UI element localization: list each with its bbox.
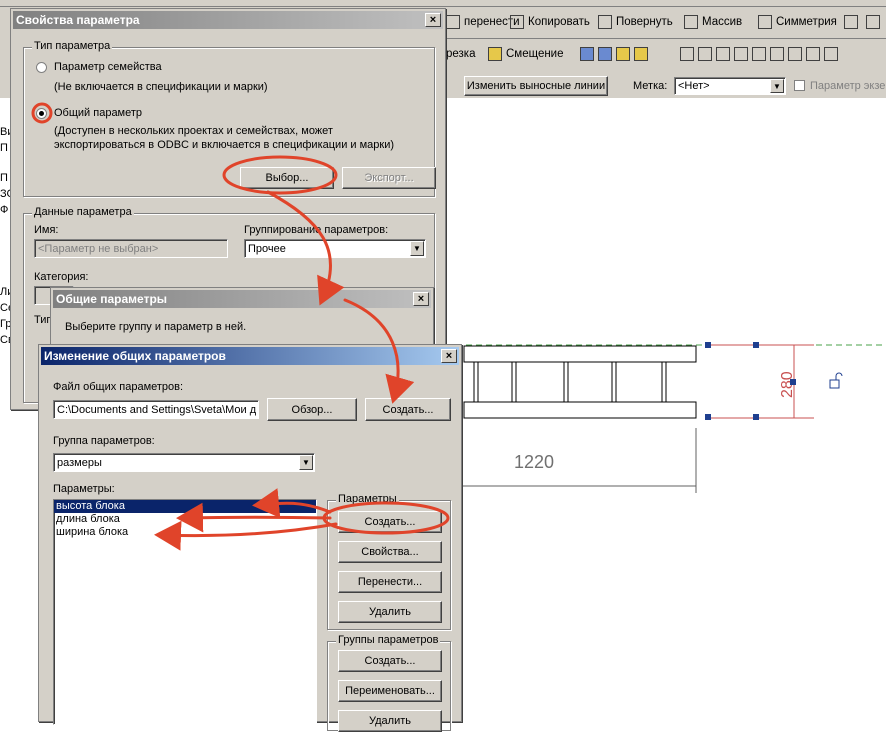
cut-icon: [616, 47, 630, 61]
create-param-button[interactable]: Создать...: [338, 511, 442, 533]
trim-icon: [716, 47, 730, 61]
delete-param-button[interactable]: Удалить: [338, 601, 442, 623]
family-param-note: (Не включается в спецификации и марки): [54, 81, 268, 93]
copy-tool-button[interactable]: Копировать: [510, 12, 590, 32]
category-label: Категория:: [34, 271, 89, 283]
lock-icon[interactable]: [829, 372, 843, 389]
copy-icon: [510, 15, 524, 29]
scale-tool-button[interactable]: [844, 12, 858, 32]
trim-tool-button[interactable]: резка: [446, 44, 476, 64]
label-caption: Метка:: [633, 80, 668, 92]
group-label: Группа параметров:: [53, 435, 155, 447]
family-param-radio[interactable]: [36, 62, 47, 73]
param-checkbox-label: Параметр экзе: [810, 80, 886, 92]
list-item[interactable]: длина блока: [54, 513, 316, 526]
dimension-width-text[interactable]: 1220: [514, 452, 554, 472]
create-file-button[interactable]: Создать...: [365, 398, 451, 421]
select-button[interactable]: Выбор...: [240, 167, 334, 189]
close-icon[interactable]: ×: [425, 13, 441, 27]
close-icon[interactable]: ×: [441, 349, 457, 363]
params-actions-group: Параметры Создать... Свойства... Перенес…: [327, 493, 451, 630]
drawing-canvas[interactable]: 1220 280: [446, 98, 886, 722]
shared-param-label[interactable]: Общий параметр: [54, 107, 142, 119]
join-icon: [580, 47, 594, 61]
paint-icon: [806, 47, 820, 61]
param-type-group: Тип параметра Параметр семейства (Не вкл…: [23, 40, 436, 197]
chevron-down-icon[interactable]: ▼: [770, 79, 784, 93]
pin-icon: [866, 15, 880, 29]
more-tool-button[interactable]: [866, 12, 880, 32]
mirror-icon: [758, 15, 772, 29]
file-label: Файл общих параметров:: [53, 381, 184, 393]
shared-param-note-1: (Доступен в нескольких проектах и семейс…: [54, 125, 333, 137]
params-label: Параметры:: [53, 483, 115, 495]
param-properties-button[interactable]: Свойства...: [338, 541, 442, 563]
lock-icon: [770, 47, 784, 61]
height-dimension[interactable]: [708, 344, 814, 419]
rename-group-button[interactable]: Переименовать...: [338, 680, 442, 702]
param-groups-actions-group: Группы параметров Создать... Переименова…: [327, 634, 451, 732]
list-item[interactable]: ширина блока: [54, 526, 316, 539]
menu-bar-strip: [0, 0, 886, 7]
left-panel-item[interactable]: Ф: [0, 204, 8, 216]
left-panel-item[interactable]: П: [0, 172, 8, 184]
edit-shared-parameters-titlebar[interactable]: Изменение общих параметров ×: [41, 347, 459, 365]
move-param-button[interactable]: Перенести...: [338, 571, 442, 593]
mirror-tool-button[interactable]: Симметрия: [758, 12, 837, 32]
edit-shared-parameters-dialog: Изменение общих параметров × Файл общих …: [38, 344, 462, 732]
extend-icon: [734, 47, 748, 61]
tool-icons-group-1[interactable]: [580, 44, 648, 64]
unjoin-icon: [598, 47, 612, 61]
shared-parameters-prompt: Выберите группу и параметр в ней.: [65, 321, 247, 333]
offset-tool-button[interactable]: Смещение: [488, 44, 564, 64]
toolbar-divider: [446, 38, 886, 39]
browse-button[interactable]: Обзор...: [267, 398, 357, 421]
grouping-dropdown[interactable]: Прочее ▼: [244, 239, 426, 258]
align-icon: [680, 47, 694, 61]
array-tool-button[interactable]: Массив: [684, 12, 742, 32]
file-path-field[interactable]: C:\Documents and Settings\Sveta\Мои д: [53, 400, 259, 419]
shared-param-note-2: экспортироваться в ODBC и включается в с…: [54, 139, 395, 151]
chevron-down-icon[interactable]: ▼: [299, 455, 313, 470]
scale-icon: [844, 15, 858, 29]
name-label: Имя:: [34, 224, 59, 236]
close-icon[interactable]: ×: [413, 292, 429, 306]
array-icon: [684, 15, 698, 29]
delete-group-button[interactable]: Удалить: [338, 710, 442, 732]
chevron-down-icon[interactable]: ▼: [410, 241, 424, 256]
params-listbox[interactable]: высота блока длина блока ширина блока: [53, 499, 317, 725]
parameter-properties-titlebar[interactable]: Свойства параметра ×: [13, 11, 443, 29]
left-panel-item[interactable]: П: [0, 142, 8, 154]
delete-icon: [752, 47, 766, 61]
offset-icon: [488, 47, 502, 61]
change-leaders-button[interactable]: Изменить выносные линии: [464, 76, 608, 96]
param-checkbox[interactable]: [794, 80, 805, 91]
window-block[interactable]: [463, 345, 697, 419]
split-face-icon: [824, 47, 838, 61]
create-group-button[interactable]: Создать...: [338, 650, 442, 672]
split-icon: [698, 47, 712, 61]
tool-icons-group-2[interactable]: [680, 44, 838, 64]
export-button: Экспорт...: [342, 167, 436, 189]
grouping-label: Группирование параметров:: [244, 224, 389, 236]
group-dropdown[interactable]: размеры ▼: [53, 453, 315, 472]
shared-param-radio[interactable]: [36, 108, 47, 119]
family-param-label[interactable]: Параметр семейства: [54, 61, 162, 73]
label-dropdown[interactable]: <Нет> ▼: [674, 77, 786, 95]
move-icon: [446, 15, 460, 29]
shared-parameters-titlebar[interactable]: Общие параметры ×: [53, 290, 431, 308]
uncut-icon: [634, 47, 648, 61]
move-tool-button[interactable]: перенести: [446, 12, 520, 32]
rotate-icon: [598, 15, 612, 29]
name-field: <Параметр не выбран>: [34, 239, 228, 258]
match-icon: [788, 47, 802, 61]
list-item[interactable]: высота блока: [54, 500, 316, 513]
rotate-tool-button[interactable]: Повернуть: [598, 12, 673, 32]
